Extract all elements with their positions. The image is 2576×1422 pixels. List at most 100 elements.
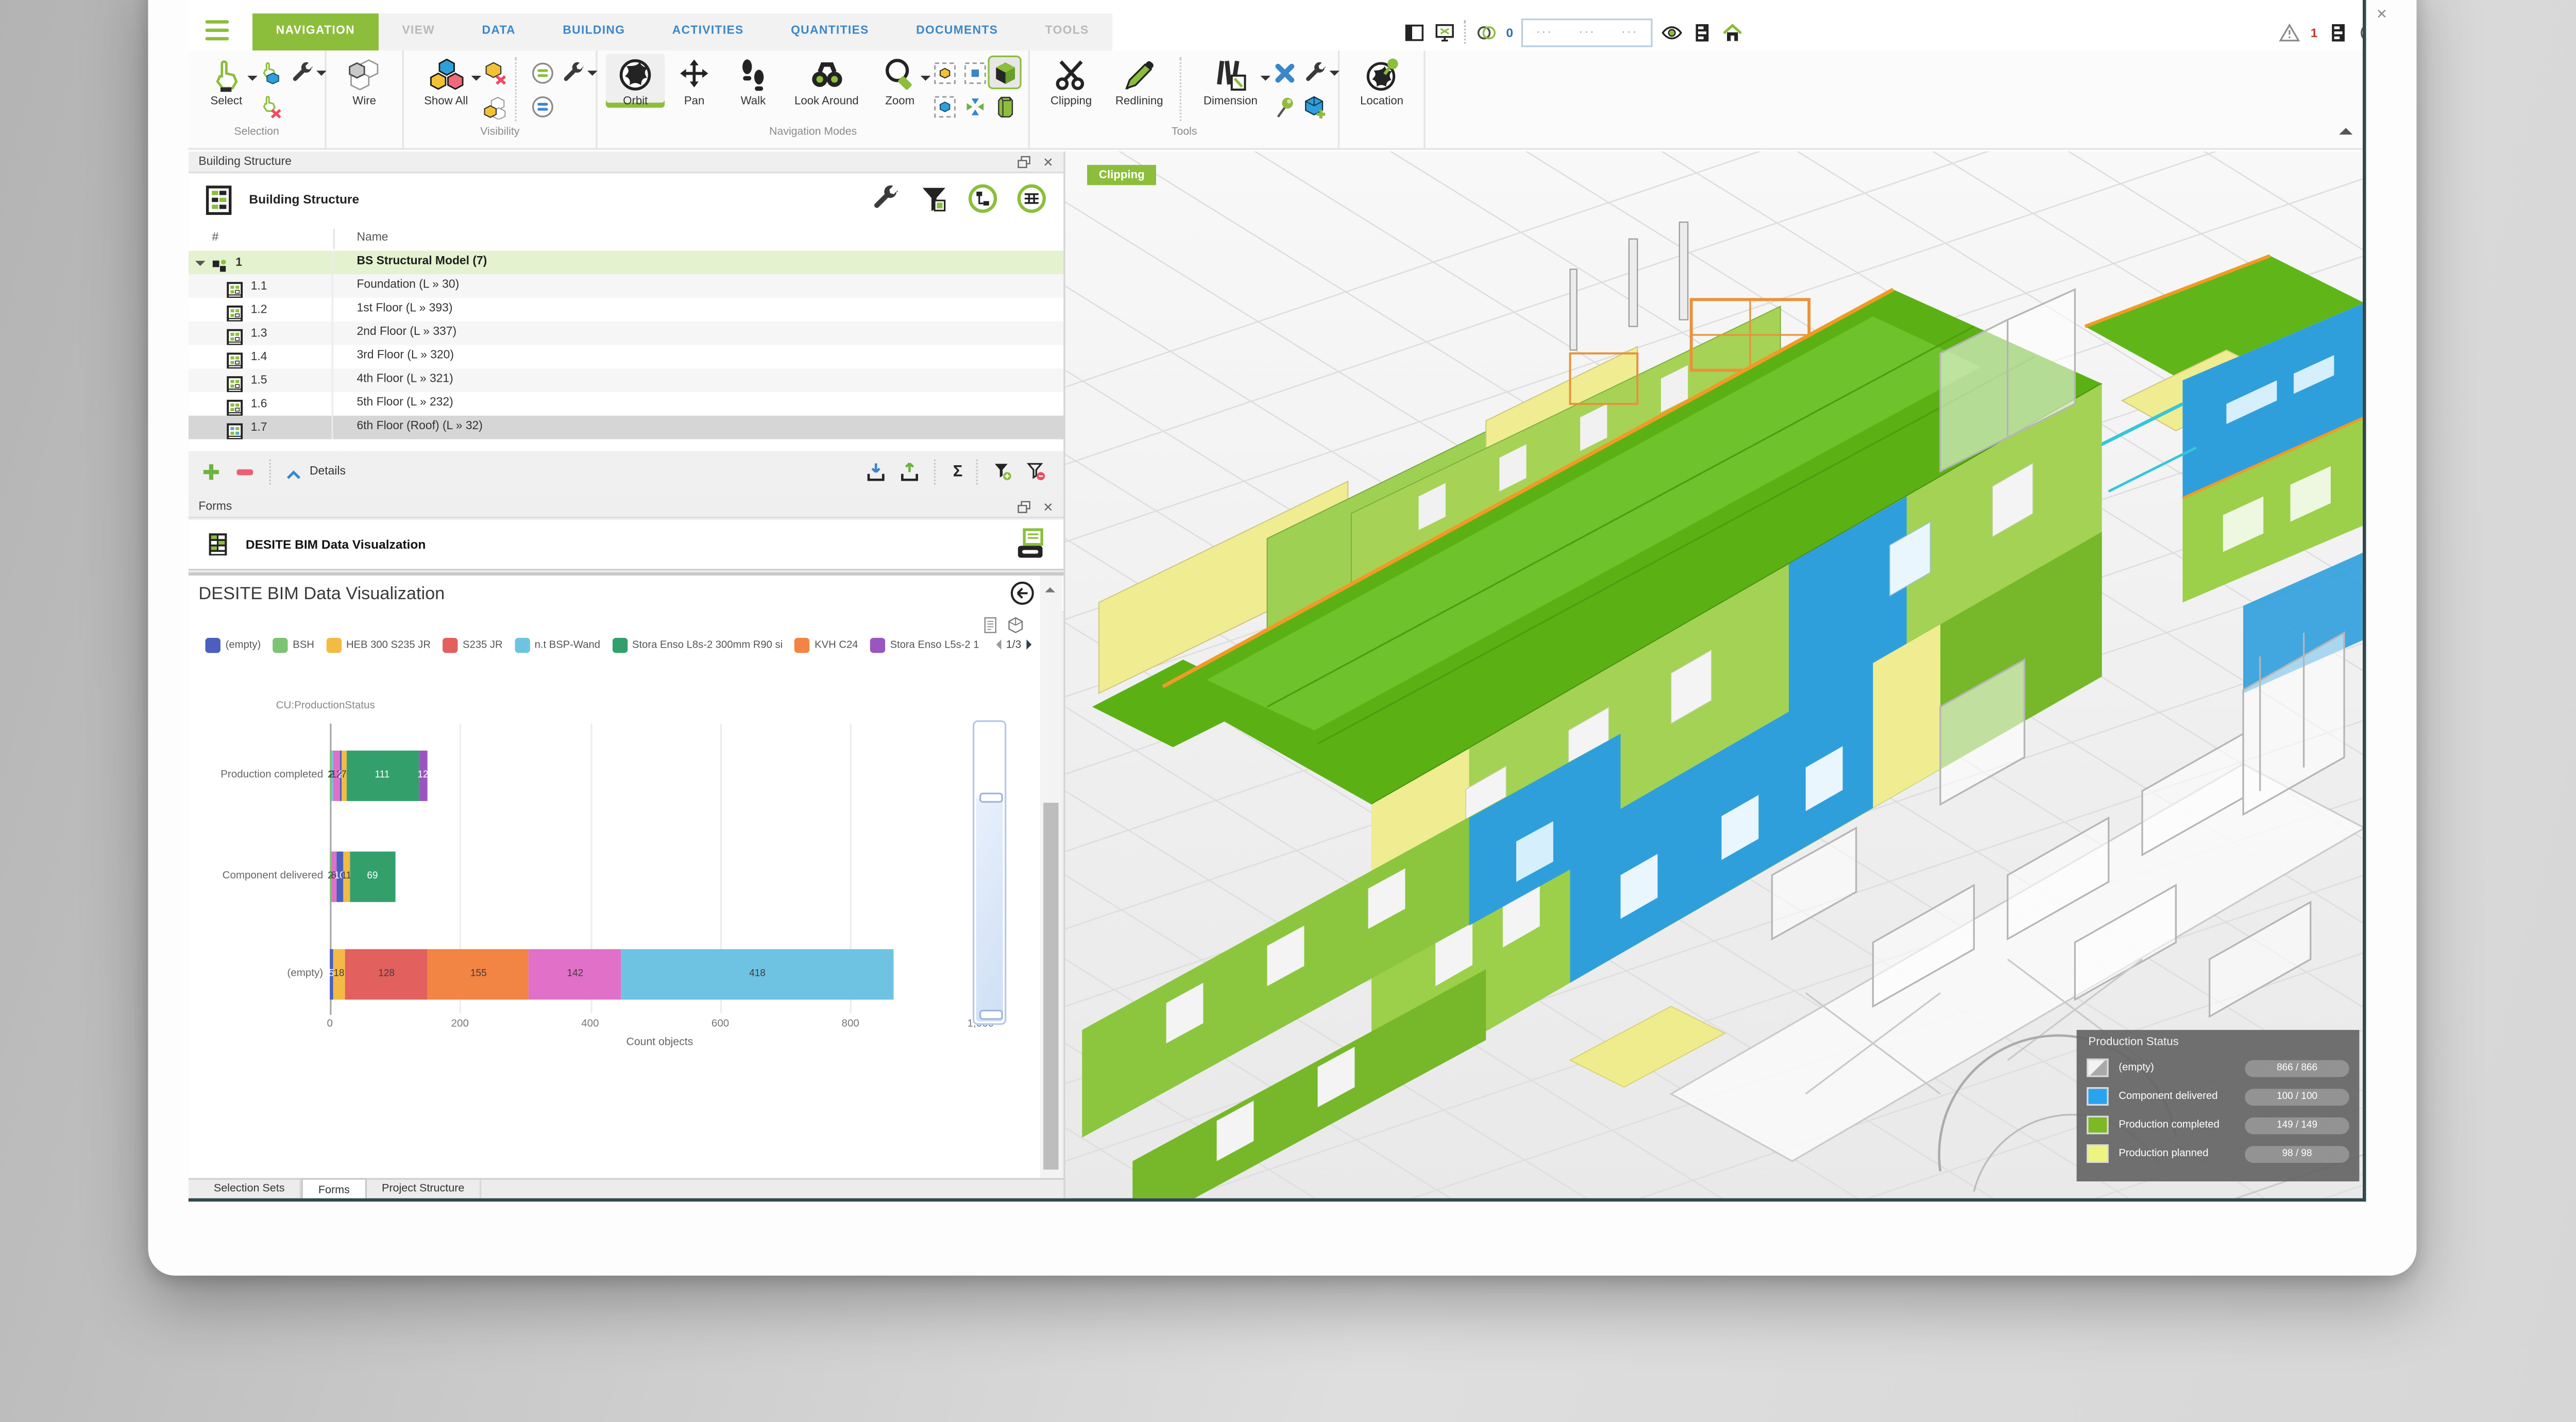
- tab-activities[interactable]: ACTIVITIES: [649, 13, 767, 50]
- split-window-icon[interactable]: [1403, 21, 1425, 43]
- isolate-selected-button[interactable]: [480, 91, 510, 121]
- warning-icon[interactable]: [2279, 21, 2300, 43]
- add-node-icon[interactable]: [200, 460, 222, 482]
- import-icon[interactable]: [866, 460, 887, 482]
- orbit-button[interactable]: Orbit: [606, 54, 665, 108]
- chart-range-slider[interactable]: [973, 720, 1006, 1025]
- focus-selection-button[interactable]: [929, 57, 960, 88]
- sync-view-icon[interactable]: [1434, 21, 1455, 43]
- tree-row-1.4[interactable]: 1.43rd Floor (L » 320): [189, 345, 1064, 369]
- back-icon[interactable]: [1010, 581, 1035, 606]
- export-icon[interactable]: [899, 460, 921, 482]
- hide-selected-button[interactable]: [480, 57, 510, 88]
- show-all-button[interactable]: Show All: [412, 54, 480, 108]
- delete-markup-button[interactable]: [1269, 57, 1300, 88]
- view-cube-button[interactable]: [990, 57, 1020, 88]
- tool-settings-button[interactable]: [1299, 57, 1330, 88]
- filter-remove-icon[interactable]: [1025, 460, 1046, 482]
- solid-mode-button[interactable]: [990, 91, 1020, 121]
- sum-button[interactable]: Σ: [953, 462, 963, 481]
- form-list-item[interactable]: DESITE BIM Data Visualzation: [189, 520, 1064, 570]
- dropdown-icon[interactable]: [316, 71, 327, 81]
- tree-row-1.6[interactable]: 1.65th Floor (L » 232): [189, 392, 1064, 416]
- bottom-tab-forms[interactable]: Forms: [301, 1178, 366, 1199]
- slider-handle-bottom[interactable]: [979, 1010, 1003, 1020]
- legend-title: Production Status: [2089, 1037, 2179, 1048]
- tree-row-1.3[interactable]: 1.32nd Floor (L » 337): [189, 321, 1064, 345]
- location-button[interactable]: Location: [1348, 54, 1415, 108]
- dropdown-icon[interactable]: [587, 71, 598, 81]
- tree-row-1.1[interactable]: 1.1Foundation (L » 30): [189, 274, 1064, 298]
- bottom-tab-selection-sets[interactable]: Selection Sets: [198, 1180, 301, 1200]
- wire-button[interactable]: Wire: [335, 54, 394, 108]
- home-icon[interactable]: [1722, 21, 1743, 43]
- visibility-settings-button[interactable]: [557, 57, 587, 88]
- info-icon[interactable]: [2360, 21, 2366, 43]
- details-chevron-icon[interactable]: [284, 462, 303, 481]
- close-icon[interactable]: ✕: [2376, 7, 2387, 22]
- focus-frame-button[interactable]: [960, 57, 990, 88]
- column-num: #: [212, 232, 219, 244]
- scrollbar-thumb[interactable]: [1043, 803, 1058, 1170]
- expand-icon[interactable]: [195, 260, 206, 270]
- add-element-button[interactable]: [1299, 91, 1330, 121]
- deselect-button[interactable]: [256, 91, 286, 121]
- walk-button[interactable]: Walk: [724, 54, 783, 108]
- visibility-state-green-button[interactable]: [527, 57, 557, 88]
- visibility-state-blue-button[interactable]: [527, 91, 557, 121]
- filter-add-icon[interactable]: [991, 460, 1013, 482]
- select-button[interactable]: Select: [197, 54, 256, 108]
- table-view-icon[interactable]: [1016, 183, 1047, 214]
- dropdown-icon[interactable]: [1330, 71, 1340, 81]
- focus-selection-icon: [932, 60, 957, 85]
- tree-row-1.5[interactable]: 1.54th Floor (L » 321): [189, 368, 1064, 392]
- scroll-up-icon[interactable]: [1045, 582, 1055, 592]
- eye-icon[interactable]: [1661, 21, 1683, 43]
- close-panel-icon[interactable]: ✕: [1043, 151, 1054, 173]
- 3d-viewport[interactable]: Clipping: [1063, 151, 2364, 1198]
- tab-quantities[interactable]: QUANTITIES: [767, 13, 892, 50]
- tab-data[interactable]: DATA: [459, 13, 539, 50]
- list-icon[interactable]: [1691, 21, 1713, 43]
- hamburger-menu-icon[interactable]: [205, 20, 229, 40]
- look-around-button[interactable]: Look Around: [783, 54, 870, 108]
- select-elements-button[interactable]: [256, 57, 286, 88]
- remove-node-icon[interactable]: [234, 460, 256, 482]
- tab-documents[interactable]: DOCUMENTS: [892, 13, 1022, 50]
- pan-button[interactable]: Pan: [665, 54, 723, 108]
- fit-view-button[interactable]: [960, 91, 990, 121]
- tab-view[interactable]: VIEW: [379, 13, 459, 50]
- slider-handle-top[interactable]: [979, 792, 1003, 803]
- form-scrollbar[interactable]: [1040, 575, 1062, 1178]
- float-panel-icon[interactable]: [1016, 155, 1031, 170]
- structure-settings-icon[interactable]: [870, 183, 901, 214]
- zoom-button[interactable]: Zoom: [871, 54, 929, 108]
- print-form-icon[interactable]: [1013, 527, 1046, 562]
- tab-tools[interactable]: TOOLS: [1022, 13, 1112, 50]
- focus-element-button[interactable]: [929, 91, 960, 121]
- tree-row-1.7[interactable]: 1.76th Floor (Roof) (L » 32): [189, 416, 1064, 439]
- collapse-ribbon-icon[interactable]: [2339, 121, 2352, 134]
- fit-view-icon: [962, 93, 988, 118]
- ribbon-group-label: Selection: [197, 125, 316, 145]
- details-label[interactable]: Details: [310, 465, 346, 477]
- tree-row-1.2[interactable]: 1.21st Floor (L » 393): [189, 298, 1064, 321]
- show-all-icon: [428, 57, 464, 93]
- tree-row-1[interactable]: 1BS Structural Model (7): [189, 251, 1064, 275]
- selection-settings-button[interactable]: [286, 57, 316, 88]
- tab-building[interactable]: BUILDING: [539, 13, 649, 50]
- probe-point-button[interactable]: [1269, 91, 1300, 121]
- float-panel-icon[interactable]: [1016, 500, 1031, 515]
- lens-pair-icon[interactable]: [1476, 21, 1498, 43]
- clipping-button[interactable]: Clipping: [1039, 54, 1104, 108]
- dimension-button[interactable]: Dimension: [1192, 54, 1269, 108]
- x-tick-label: 800: [842, 1018, 859, 1030]
- filter-icon[interactable]: [919, 183, 949, 214]
- tab-navigation[interactable]: NAVIGATION: [252, 13, 379, 50]
- stack-icon[interactable]: [2328, 21, 2349, 43]
- quick-access-box[interactable]: ··· ··· ···: [1521, 18, 1653, 46]
- bottom-tab-project-structure[interactable]: Project Structure: [367, 1180, 481, 1200]
- structure-view-icon[interactable]: [968, 183, 998, 214]
- close-panel-icon[interactable]: ✕: [1043, 497, 1054, 518]
- redlining-button[interactable]: Redlining: [1104, 54, 1175, 108]
